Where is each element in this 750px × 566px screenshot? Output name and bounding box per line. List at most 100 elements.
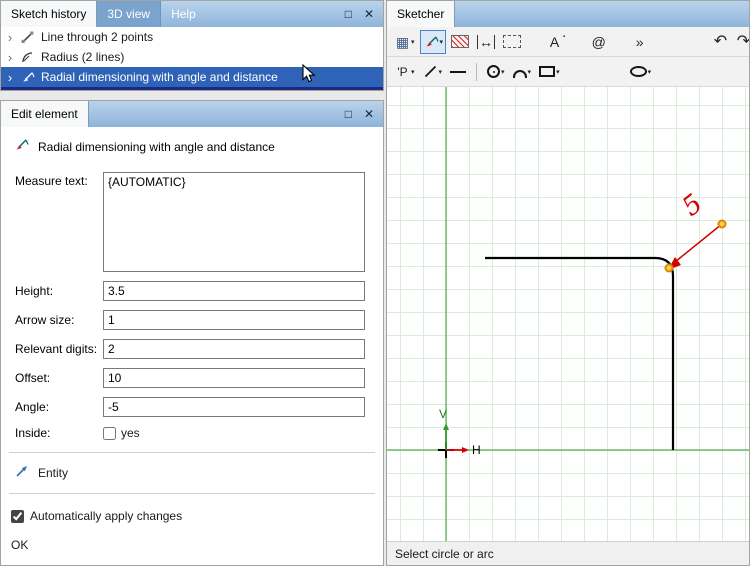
maximize-icon[interactable]: □: [345, 107, 352, 121]
tab-edit-element[interactable]: Edit element: [1, 101, 89, 127]
offset-input[interactable]: [103, 368, 365, 388]
sketcher-panel: Sketcher ▦ ▾ ▾ ↔ A ▪ @ » ↶ ↷ 'P ▾ ▾ ▾ ▾ …: [386, 0, 750, 566]
history-item-radius[interactable]: › Radius (2 lines): [1, 47, 383, 67]
redo-button[interactable]: ↷: [733, 30, 749, 54]
radial-dimension-icon: [423, 34, 439, 50]
entity-label: Entity: [38, 466, 69, 480]
toolbar-overflow-button[interactable]: »: [629, 30, 650, 54]
history-item-label: Line through 2 points: [41, 30, 154, 44]
selection-box-icon: [503, 35, 522, 48]
inside-checkbox[interactable]: [103, 426, 116, 440]
auto-apply-label: Automatically apply changes: [30, 509, 183, 523]
origin-marker: H V: [438, 407, 481, 458]
divider: [9, 493, 375, 494]
chevron-down-icon: ▾: [439, 38, 444, 46]
auto-apply-checkbox[interactable]: [11, 509, 24, 523]
dimension-style-list-button[interactable]: ▦ ▾: [392, 30, 418, 54]
radial-dimension-icon: [13, 137, 29, 156]
dimension-style-list-icon: ▦: [395, 33, 410, 50]
rectangle-icon: [539, 66, 556, 77]
tab-sketch-history[interactable]: Sketch history: [1, 1, 98, 27]
angle-label: Angle:: [15, 400, 50, 414]
chevron-down-icon: ▾: [501, 68, 505, 76]
linear-dimension-tool-button[interactable]: ↔: [474, 30, 498, 54]
horizontal-line-icon: [450, 70, 467, 73]
relevant-digits-input[interactable]: [103, 339, 365, 359]
arc-tool-button[interactable]: ▾: [510, 60, 535, 84]
chevron-down-icon: ▾: [647, 68, 652, 76]
toolbar-separator: [476, 62, 478, 81]
entity-row[interactable]: Entity: [15, 465, 383, 481]
chevron-down-icon: ▾: [438, 68, 443, 76]
maximize-icon[interactable]: □: [345, 7, 352, 21]
point-tool-button[interactable]: 'P ▾: [392, 60, 418, 84]
circle-icon: [487, 65, 501, 78]
measure-text-input[interactable]: {AUTOMATIC}: [103, 172, 365, 272]
arc-icon: [512, 70, 527, 78]
hatch-tool-button[interactable]: [448, 30, 472, 54]
height-label: Height:: [15, 284, 54, 298]
undo-button[interactable]: ↶: [710, 30, 731, 54]
rectangle-tool-button[interactable]: ▾: [536, 60, 563, 84]
offset-field-row: Offset:: [15, 368, 365, 388]
selection-underline: [1, 87, 383, 90]
auto-apply-row: Automatically apply changes: [11, 509, 383, 523]
radial-dimension-tool-button[interactable]: ▾: [419, 29, 447, 54]
polyline-tool-button[interactable]: [447, 60, 469, 84]
v-axis-label: V: [439, 407, 447, 421]
v-axis-arrow-icon: [443, 423, 449, 430]
tool-title: Radial dimensioning with angle and dista…: [38, 139, 275, 154]
sketcher-titlebar: Sketcher: [387, 1, 749, 27]
expander-chevron-icon[interactable]: ›: [5, 31, 15, 44]
dimension-handle[interactable]: [717, 219, 727, 229]
arrow-size-input[interactable]: [103, 310, 365, 330]
h-axis-label: H: [472, 443, 481, 457]
history-item-radial-dimensioning[interactable]: › Radial dimensioning with angle and dis…: [1, 67, 383, 87]
close-icon[interactable]: ✕: [364, 7, 374, 21]
tab-3d-view[interactable]: 3D view: [97, 1, 162, 27]
entity-icon: [15, 465, 29, 481]
arrow-size-field-row: Arrow size:: [15, 310, 365, 330]
edit-element-panel: Edit element □ ✕ Radial dimensioning wit…: [0, 100, 384, 566]
expander-chevron-icon[interactable]: ›: [5, 71, 15, 84]
angle-input[interactable]: [103, 397, 365, 417]
expander-chevron-icon[interactable]: ›: [5, 51, 15, 64]
dimension-toolbar: ▦ ▾ ▾ ↔ A ▪ @ » ↶ ↷: [387, 27, 749, 57]
chevron-down-icon: ▾: [411, 68, 415, 76]
draw-toolbar: 'P ▾ ▾ ▾ ▾ ▾ ▾: [387, 57, 749, 87]
close-icon[interactable]: ✕: [364, 107, 374, 121]
symbol-tool-button[interactable]: @: [588, 30, 609, 54]
at-icon: @: [591, 33, 606, 50]
offset-label: Offset:: [15, 371, 51, 385]
inside-label: Inside:: [15, 426, 51, 440]
measure-text-field-row: Measure text: {AUTOMATIC}: [15, 172, 365, 272]
arc-attachment-handle[interactable]: [664, 263, 674, 273]
measure-text-label: Measure text:: [15, 174, 88, 188]
radial-dimension-annotation[interactable]: 5: [668, 189, 723, 270]
drawing-canvas[interactable]: 5 H V: [387, 87, 749, 541]
mouse-cursor: [302, 63, 316, 87]
hatch-icon: [451, 35, 470, 48]
height-input[interactable]: [103, 281, 365, 301]
tab-help[interactable]: Help: [161, 1, 206, 27]
text-annotation-tool-button[interactable]: A ▪: [544, 30, 568, 54]
line-tool-button[interactable]: ▾: [420, 60, 446, 84]
history-item-line[interactable]: › Line through 2 points: [1, 27, 383, 47]
overflow-chevrons-icon: »: [635, 33, 644, 50]
ok-button[interactable]: OK: [11, 538, 383, 552]
circle-tool-button[interactable]: ▾: [484, 60, 508, 84]
tab-sketcher[interactable]: Sketcher: [387, 1, 456, 27]
linear-dimension-icon: ↔: [477, 33, 496, 50]
selection-box-tool-button[interactable]: [500, 30, 524, 54]
annotation-badge-icon: ▪: [563, 34, 566, 40]
history-titlebar: Sketch history 3D view Help □ ✕: [1, 1, 383, 27]
ellipse-icon: [629, 66, 647, 77]
relevant-digits-label: Relevant digits:: [15, 342, 98, 356]
ellipse-tool-button[interactable]: ▾: [627, 60, 655, 84]
sketch-profile[interactable]: [485, 256, 675, 450]
divider: [9, 452, 375, 453]
status-text: Select circle or arc: [395, 546, 494, 561]
height-field-row: Height:: [15, 281, 365, 301]
arrow-size-label: Arrow size:: [15, 313, 75, 327]
tool-header: Radial dimensioning with angle and dista…: [13, 137, 383, 156]
